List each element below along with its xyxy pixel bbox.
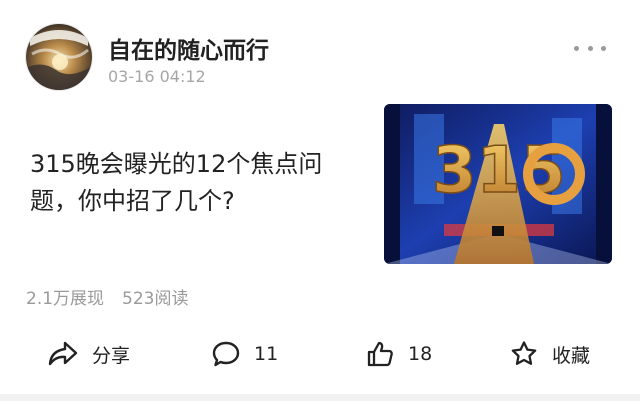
comment-icon (212, 341, 240, 367)
post-time: 03-16 04:12 (108, 67, 206, 86)
favorite-icon (511, 341, 537, 365)
like-icon (367, 341, 393, 367)
comment-count: 11 (254, 343, 279, 365)
share-icon (48, 341, 78, 366)
avatar-image-icon (26, 24, 92, 90)
views-count: 2.1万展现 (26, 289, 105, 309)
post-thumbnail[interactable]: 315 (384, 104, 612, 264)
share-button[interactable]: 分享 (48, 330, 130, 378)
reads-count: 523阅读 (122, 289, 189, 309)
thumbnail-image-icon: 315 (384, 104, 612, 264)
card-divider (0, 394, 640, 401)
favorite-button[interactable]: 收藏 (510, 330, 590, 378)
more-icon[interactable] (574, 46, 606, 54)
avatar[interactable] (26, 24, 92, 90)
action-bar: 分享 11 18 收藏 (0, 330, 640, 378)
feed-card: 自在的随心而行 03-16 04:12 315晚会曝光的12个焦点问题，你中招了… (0, 0, 640, 401)
share-label: 分享 (92, 344, 131, 367)
like-count: 18 (408, 343, 433, 365)
like-button[interactable]: 18 (366, 330, 432, 378)
author-name[interactable]: 自在的随心而行 (108, 31, 269, 65)
post-title[interactable]: 315晚会曝光的12个焦点问题，你中招了几个? (30, 146, 370, 220)
post-stats: 2.1万展现 523阅读 (26, 284, 189, 309)
comment-button[interactable]: 11 (212, 330, 278, 378)
favorite-label: 收藏 (552, 344, 591, 367)
